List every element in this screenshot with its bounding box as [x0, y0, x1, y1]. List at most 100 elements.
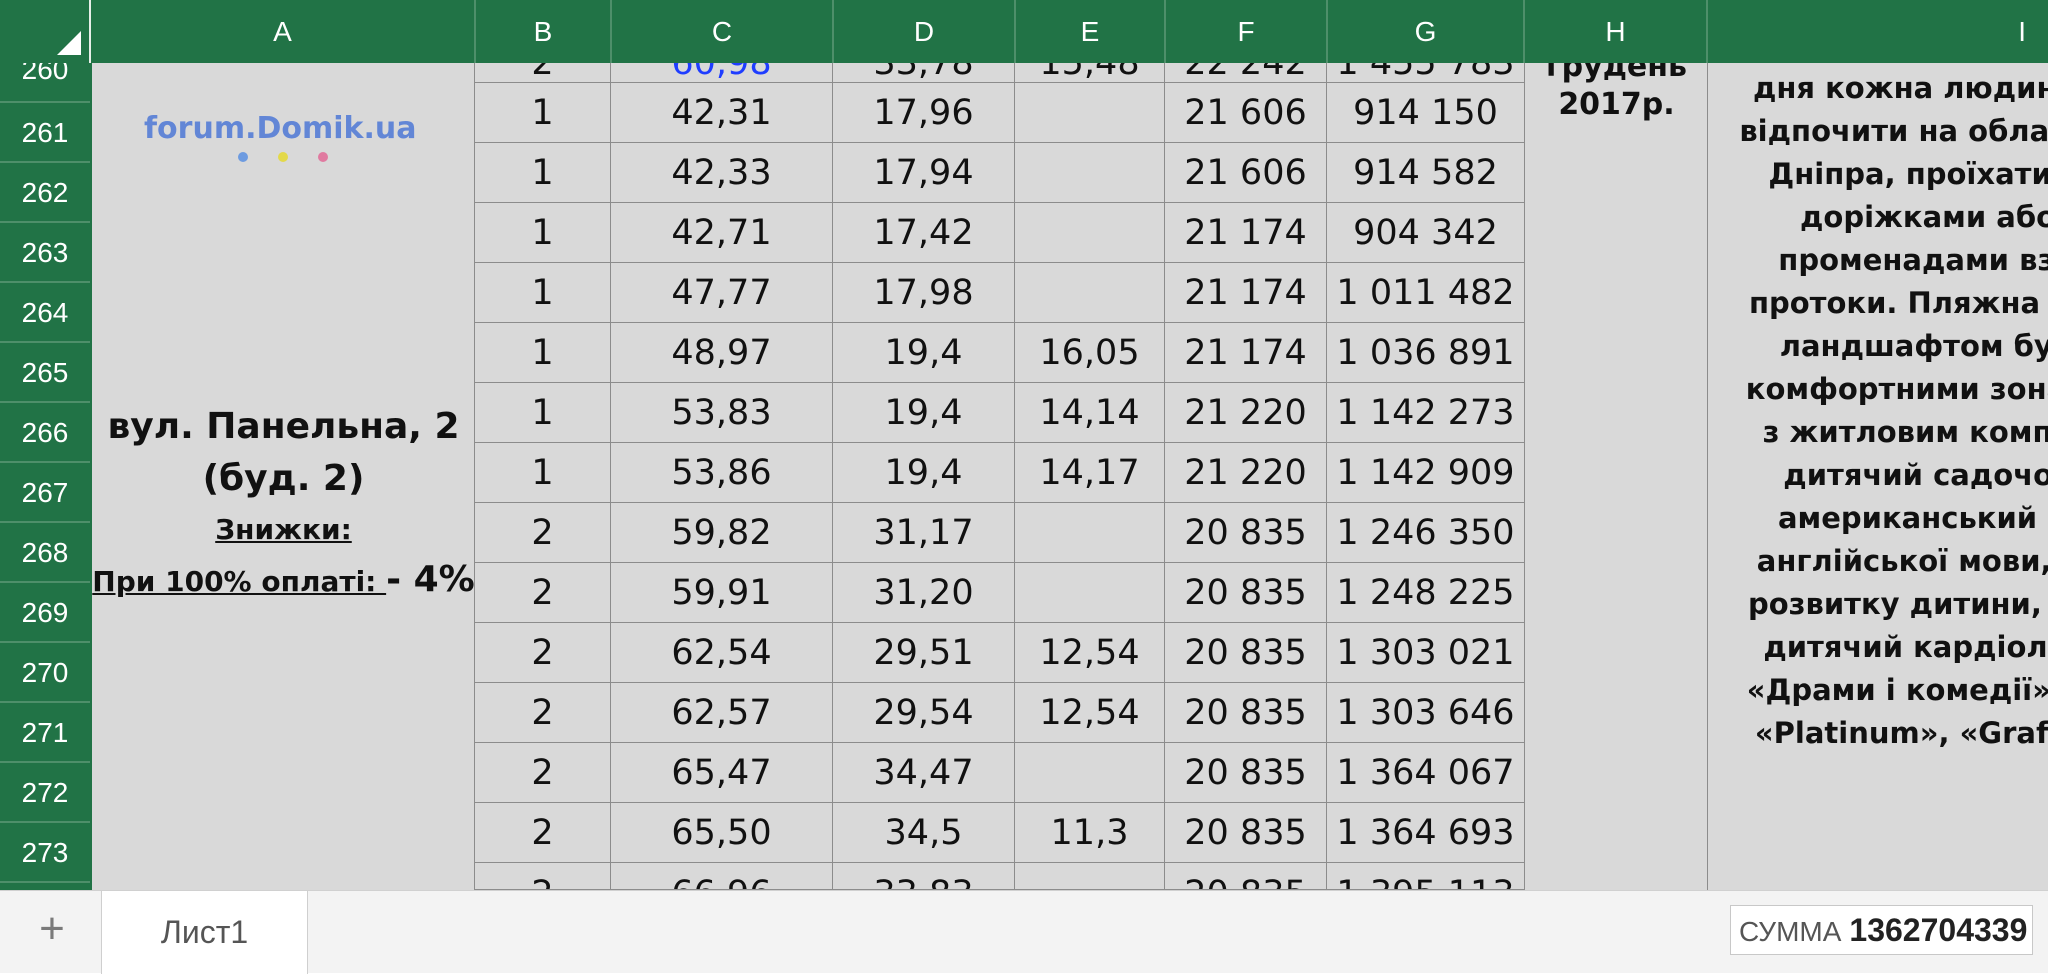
row-header[interactable]: 272 — [0, 763, 90, 823]
column-header-d[interactable]: D — [834, 0, 1016, 63]
cell-f[interactable]: 20 835 — [1165, 563, 1327, 623]
cell-c[interactable]: 53,83 — [611, 383, 833, 443]
row-header[interactable]: 271 — [0, 703, 90, 763]
cell-c[interactable]: 60,98 — [611, 63, 833, 83]
row-header[interactable]: 268 — [0, 523, 90, 583]
row-header[interactable]: 264 — [0, 283, 90, 343]
cell-g[interactable]: 1 142 909 — [1327, 443, 1525, 503]
cell-d[interactable]: 19,4 — [833, 443, 1015, 503]
cell-b[interactable]: 2 — [475, 863, 611, 890]
column-header-a[interactable]: A — [91, 0, 476, 63]
cell-d[interactable]: 19,4 — [833, 323, 1015, 383]
cell-e[interactable] — [1015, 83, 1165, 143]
cell-b[interactable]: 1 — [475, 83, 611, 143]
column-header-b[interactable]: B — [476, 0, 612, 63]
cell-d[interactable]: 31,20 — [833, 563, 1015, 623]
cell-g[interactable]: 1 455 783 — [1327, 63, 1525, 83]
cell-d[interactable]: 34,5 — [833, 803, 1015, 863]
cell-f[interactable]: 22 242 — [1165, 63, 1327, 83]
row-header[interactable]: 270 — [0, 643, 90, 703]
column-header-h[interactable]: H — [1525, 0, 1708, 63]
sheet-tab[interactable]: Лист1 — [101, 891, 308, 974]
spreadsheet-grid[interactable]: вул. Панельна, 2 (буд. 2) Знижки: При 10… — [92, 63, 2048, 890]
cell-c[interactable]: 62,54 — [611, 623, 833, 683]
cell-f[interactable]: 20 835 — [1165, 623, 1327, 683]
row-header[interactable]: 267 — [0, 463, 90, 523]
column-header-c[interactable]: C — [612, 0, 834, 63]
cell-e[interactable] — [1015, 143, 1165, 203]
merged-cell-address[interactable]: вул. Панельна, 2 (буд. 2) Знижки: При 10… — [92, 63, 475, 890]
cell-b[interactable]: 1 — [475, 203, 611, 263]
column-header-f[interactable]: F — [1166, 0, 1328, 63]
cell-e[interactable]: 16,05 — [1015, 323, 1165, 383]
cell-g[interactable]: 1 303 646 — [1327, 683, 1525, 743]
cell-f[interactable]: 21 606 — [1165, 83, 1327, 143]
cell-f[interactable]: 21 220 — [1165, 383, 1327, 443]
cell-d[interactable]: 17,98 — [833, 263, 1015, 323]
cell-f[interactable]: 20 835 — [1165, 803, 1327, 863]
cell-b[interactable]: 2 — [475, 563, 611, 623]
cell-c[interactable]: 42,31 — [611, 83, 833, 143]
cell-b[interactable]: 1 — [475, 383, 611, 443]
cell-e[interactable] — [1015, 503, 1165, 563]
row-header[interactable]: 273 — [0, 823, 90, 883]
cell-f[interactable]: 21 174 — [1165, 323, 1327, 383]
cell-e[interactable]: 12,54 — [1015, 683, 1165, 743]
cell-b[interactable]: 2 — [475, 503, 611, 563]
cell-c[interactable]: 59,82 — [611, 503, 833, 563]
cell-e[interactable] — [1015, 743, 1165, 803]
cell-d[interactable]: 29,54 — [833, 683, 1015, 743]
cell-g[interactable]: 1 036 891 — [1327, 323, 1525, 383]
cell-e[interactable]: 14,17 — [1015, 443, 1165, 503]
cell-e[interactable]: 14,14 — [1015, 383, 1165, 443]
cell-g[interactable]: 914 150 — [1327, 83, 1525, 143]
cell-g[interactable]: 904 342 — [1327, 203, 1525, 263]
merged-cell-date[interactable]: грудень 2017р. — [1525, 63, 1708, 890]
cell-e[interactable] — [1015, 263, 1165, 323]
cell-d[interactable]: 29,51 — [833, 623, 1015, 683]
cell-c[interactable]: 65,50 — [611, 803, 833, 863]
cell-c[interactable]: 65,47 — [611, 743, 833, 803]
status-sum[interactable]: СУММА 1362704339 — [1730, 905, 2033, 955]
cell-c[interactable]: 42,71 — [611, 203, 833, 263]
cell-f[interactable]: 21 606 — [1165, 143, 1327, 203]
column-header-g[interactable]: G — [1328, 0, 1525, 63]
row-header[interactable]: 269 — [0, 583, 90, 643]
row-header[interactable]: 263 — [0, 223, 90, 283]
cell-c[interactable]: 42,33 — [611, 143, 833, 203]
row-header[interactable]: 260 — [0, 63, 90, 103]
cell-g[interactable]: 1 246 350 — [1327, 503, 1525, 563]
cell-e[interactable]: 12,54 — [1015, 623, 1165, 683]
cell-d[interactable]: 33,78 — [833, 63, 1015, 83]
row-header[interactable]: 262 — [0, 163, 90, 223]
cell-f[interactable]: 20 835 — [1165, 743, 1327, 803]
cell-e[interactable] — [1015, 863, 1165, 890]
column-header-e[interactable]: E — [1016, 0, 1166, 63]
row-header[interactable]: 261 — [0, 103, 90, 163]
cell-b[interactable]: 2 — [475, 743, 611, 803]
cell-b[interactable]: 2 — [475, 63, 611, 83]
cell-d[interactable]: 17,94 — [833, 143, 1015, 203]
select-all-corner[interactable] — [0, 0, 91, 63]
cell-g[interactable]: 1 303 021 — [1327, 623, 1525, 683]
cell-c[interactable]: 48,97 — [611, 323, 833, 383]
cell-g[interactable]: 1 142 273 — [1327, 383, 1525, 443]
cell-b[interactable]: 1 — [475, 323, 611, 383]
cell-e[interactable] — [1015, 203, 1165, 263]
cell-c[interactable]: 62,57 — [611, 683, 833, 743]
plus-icon[interactable]: + — [30, 903, 74, 955]
cell-e[interactable]: 15,48 — [1015, 63, 1165, 83]
cell-f[interactable]: 21 174 — [1165, 203, 1327, 263]
cell-b[interactable]: 2 — [475, 623, 611, 683]
cell-g[interactable]: 1 011 482 — [1327, 263, 1525, 323]
cell-b[interactable]: 1 — [475, 443, 611, 503]
cell-c[interactable]: 47,77 — [611, 263, 833, 323]
cell-d[interactable]: 33,83 — [833, 863, 1015, 890]
cell-f[interactable]: 21 220 — [1165, 443, 1327, 503]
cell-f[interactable]: 20 835 — [1165, 863, 1327, 890]
cell-d[interactable]: 19,4 — [833, 383, 1015, 443]
cell-g[interactable]: 1 248 225 — [1327, 563, 1525, 623]
column-header-i[interactable]: I — [1708, 0, 2048, 63]
cell-d[interactable]: 17,42 — [833, 203, 1015, 263]
cell-g[interactable]: 1 364 693 — [1327, 803, 1525, 863]
